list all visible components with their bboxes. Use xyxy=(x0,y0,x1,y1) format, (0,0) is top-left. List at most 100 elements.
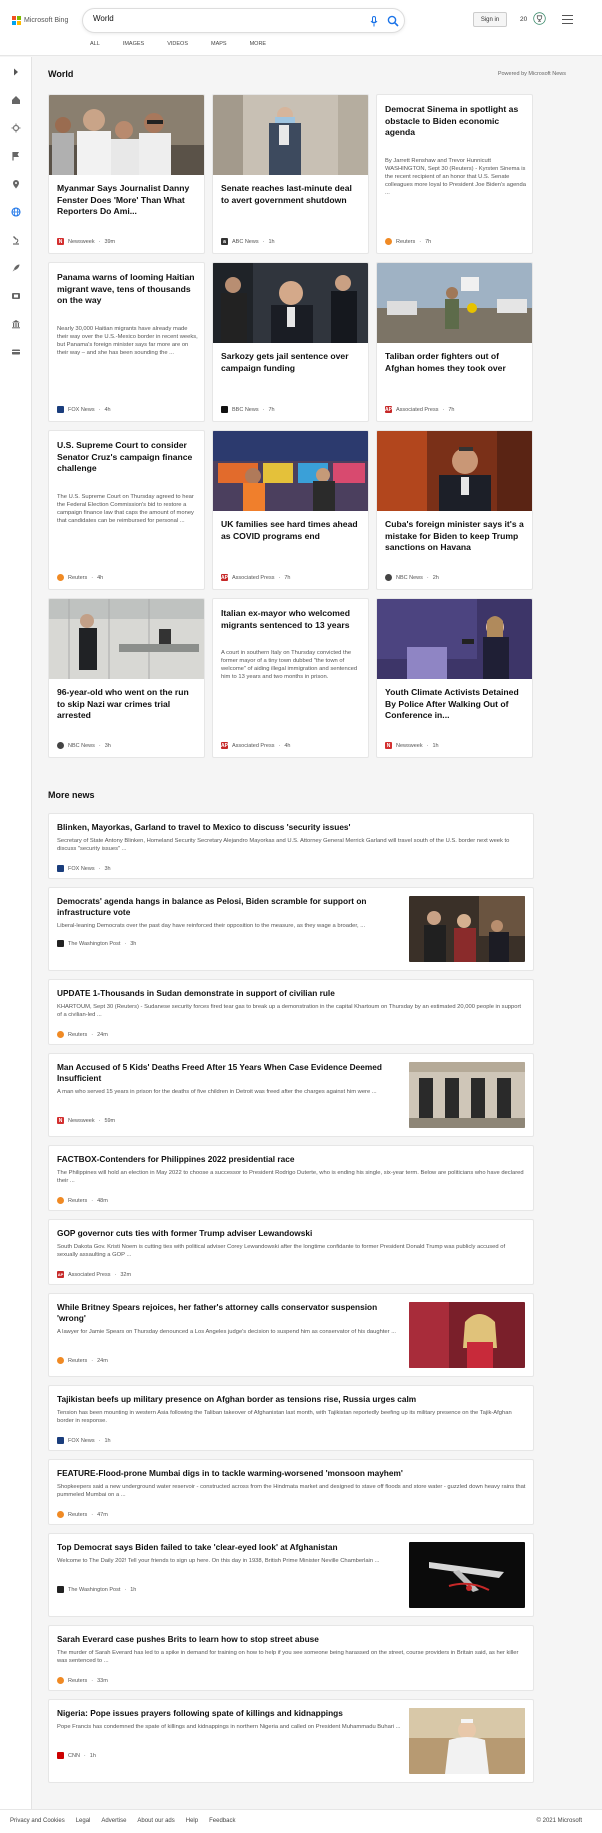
news-card[interactable]: Senate reaches last-minute deal to avert… xyxy=(212,94,369,254)
bank-icon[interactable] xyxy=(9,317,23,331)
rewards-points[interactable]: 20 xyxy=(520,16,527,23)
rewards-trophy-icon[interactable] xyxy=(533,12,546,25)
footer-link-feedback[interactable]: Feedback xyxy=(209,1818,235,1824)
footer-link-help[interactable]: Help xyxy=(186,1818,198,1824)
news-card[interactable]: U.S. Supreme Court to consider Senator C… xyxy=(48,430,205,590)
row-title[interactable]: GOP governor cuts ties with former Trump… xyxy=(57,1228,527,1239)
news-row[interactable]: Top Democrat says Biden failed to take '… xyxy=(48,1533,534,1617)
card-title[interactable]: U.S. Supreme Court to consider Senator C… xyxy=(57,440,198,475)
footer-link-about-ads[interactable]: About our ads xyxy=(137,1818,174,1824)
bing-logo[interactable]: Microsoft Bing xyxy=(12,16,68,25)
card-title[interactable]: Sarkozy gets jail sentence over campaign… xyxy=(221,351,362,374)
flag-icon[interactable] xyxy=(9,149,23,163)
card-title[interactable]: Cuba's foreign minister says it's a mist… xyxy=(385,519,526,554)
card-snippet: The U.S. Supreme Court on Thursday agree… xyxy=(57,494,194,524)
nav-images[interactable]: IMAGES xyxy=(123,41,144,47)
news-row[interactable]: Tajikistan beefs up military presence on… xyxy=(48,1385,534,1451)
home-icon[interactable] xyxy=(9,93,23,107)
nav-videos[interactable]: VIDEOS xyxy=(167,41,188,47)
ap-logo-icon: AP xyxy=(221,574,228,581)
news-image xyxy=(49,95,204,175)
card-title[interactable]: Taliban order fighters out of Afghan hom… xyxy=(385,351,526,374)
card-title[interactable]: Youth Climate Activists Detained By Poli… xyxy=(385,687,526,722)
row-title[interactable]: While Britney Spears rejoices, her fathe… xyxy=(57,1302,402,1324)
news-card[interactable]: Sarkozy gets jail sentence over campaign… xyxy=(212,262,369,422)
news-card[interactable]: Democrat Sinema in spotlight as obstacle… xyxy=(376,94,533,254)
news-card[interactable]: Italian ex-mayor who welcomed migrants s… xyxy=(212,598,369,758)
news-row[interactable]: GOP governor cuts ties with former Trump… xyxy=(48,1219,534,1285)
globe-icon[interactable] xyxy=(9,205,23,219)
news-card[interactable]: Cuba's foreign minister says it's a mist… xyxy=(376,430,533,590)
news-row[interactable]: UPDATE 1-Thousands in Sudan demonstrate … xyxy=(48,979,534,1045)
row-snippet: KHARTOUM, Sept 30 (Reuters) - Sudanese s… xyxy=(57,1004,522,1018)
row-source: Reuters · 48m xyxy=(57,1197,108,1204)
row-snippet: Pope Francis has condemned the spate of … xyxy=(57,1724,401,1730)
news-card[interactable]: 96-year-old who went on the run to skip … xyxy=(48,598,205,758)
microscope-icon[interactable] xyxy=(9,233,23,247)
row-source: The Washington Post · 1h xyxy=(57,1586,136,1593)
news-row[interactable]: Sarah Everard case pushes Brits to learn… xyxy=(48,1625,534,1691)
news-card[interactable]: Myanmar Says Journalist Danny Fenster Do… xyxy=(48,94,205,254)
card-title[interactable]: Democrat Sinema in spotlight as obstacle… xyxy=(385,104,526,139)
menu-icon[interactable] xyxy=(562,15,573,24)
rocket-icon[interactable] xyxy=(9,261,23,275)
search-box[interactable] xyxy=(82,8,405,33)
card-title[interactable]: Panama warns of looming Haitian migrant … xyxy=(57,272,198,307)
reuters-logo-icon xyxy=(57,1197,64,1204)
news-row[interactable]: Man Accused of 5 Kids' Deaths Freed Afte… xyxy=(48,1053,534,1137)
card-title[interactable]: Italian ex-mayor who welcomed migrants s… xyxy=(221,608,362,631)
row-title[interactable]: Top Democrat says Biden failed to take '… xyxy=(57,1542,402,1553)
news-row[interactable]: Democrats' agenda hangs in balance as Pe… xyxy=(48,887,534,971)
card-title[interactable]: Myanmar Says Journalist Danny Fenster Do… xyxy=(57,183,198,218)
row-source: AP Associated Press · 32m xyxy=(57,1271,132,1278)
coronavirus-icon[interactable] xyxy=(9,121,23,135)
footer-link-advertise[interactable]: Advertise xyxy=(101,1818,126,1824)
money-icon[interactable] xyxy=(9,345,23,359)
news-card[interactable]: Taliban order fighters out of Afghan hom… xyxy=(376,262,533,422)
news-card[interactable]: Youth Climate Activists Detained By Poli… xyxy=(376,598,533,758)
row-title[interactable]: FACTBOX-Contenders for Philippines 2022 … xyxy=(57,1154,527,1165)
nav-maps[interactable]: MAPS xyxy=(211,41,227,47)
fox-news-logo-icon xyxy=(57,865,64,872)
news-card[interactable]: UK families see hard times ahead as COVI… xyxy=(212,430,369,590)
expand-sidebar-icon[interactable] xyxy=(9,65,23,79)
card-source: Reuters · 4h xyxy=(57,574,103,581)
footer-link-legal[interactable]: Legal xyxy=(76,1818,91,1824)
search-input[interactable] xyxy=(93,14,333,23)
cnn-logo-icon xyxy=(57,1752,64,1759)
news-row[interactable]: Blinken, Mayorkas, Garland to travel to … xyxy=(48,813,534,879)
nav-all[interactable]: ALL xyxy=(90,41,100,47)
card-source: N Newsweek · 1h xyxy=(385,742,439,749)
news-card[interactable]: Panama warns of looming Haitian migrant … xyxy=(48,262,205,422)
row-snippet: Welcome to The Daily 202! Tell your frie… xyxy=(57,1558,380,1564)
film-icon[interactable] xyxy=(9,289,23,303)
news-row[interactable]: FACTBOX-Contenders for Philippines 2022 … xyxy=(48,1145,534,1211)
row-title[interactable]: UPDATE 1-Thousands in Sudan demonstrate … xyxy=(57,988,527,999)
sign-in-button[interactable]: Sign in xyxy=(473,12,507,27)
card-title[interactable]: 96-year-old who went on the run to skip … xyxy=(57,687,198,722)
microphone-icon[interactable] xyxy=(369,16,379,27)
source-age: 39m xyxy=(104,238,116,245)
fox-news-logo-icon xyxy=(57,1437,64,1444)
row-title[interactable]: Blinken, Mayorkas, Garland to travel to … xyxy=(57,822,527,833)
reuters-logo-icon xyxy=(385,238,392,245)
location-pin-icon[interactable] xyxy=(9,177,23,191)
news-row[interactable]: Nigeria: Pope issues prayers following s… xyxy=(48,1699,534,1783)
row-title[interactable]: Tajikistan beefs up military presence on… xyxy=(57,1394,527,1405)
nav-more[interactable]: MORE xyxy=(250,41,267,47)
source-age: 7h xyxy=(425,238,432,245)
row-snippet: Secretary of State Antony Blinken, Homel… xyxy=(57,838,510,852)
footer-link-privacy[interactable]: Privacy and Cookies xyxy=(10,1818,65,1824)
row-source: FOX News · 1h xyxy=(57,1437,111,1444)
search-icon[interactable] xyxy=(387,15,399,27)
row-title[interactable]: Democrats' agenda hangs in balance as Pe… xyxy=(57,896,402,918)
row-title[interactable]: Nigeria: Pope issues prayers following s… xyxy=(57,1708,402,1719)
card-title[interactable]: UK families see hard times ahead as COVI… xyxy=(221,519,362,542)
row-title[interactable]: FEATURE-Flood-prone Mumbai digs in to ta… xyxy=(57,1468,527,1479)
row-title[interactable]: Man Accused of 5 Kids' Deaths Freed Afte… xyxy=(57,1062,402,1084)
news-image xyxy=(377,599,532,679)
card-title[interactable]: Senate reaches last-minute deal to avert… xyxy=(221,183,362,206)
row-title[interactable]: Sarah Everard case pushes Brits to learn… xyxy=(57,1634,527,1645)
news-row[interactable]: While Britney Spears rejoices, her fathe… xyxy=(48,1293,534,1377)
news-row[interactable]: FEATURE-Flood-prone Mumbai digs in to ta… xyxy=(48,1459,534,1525)
